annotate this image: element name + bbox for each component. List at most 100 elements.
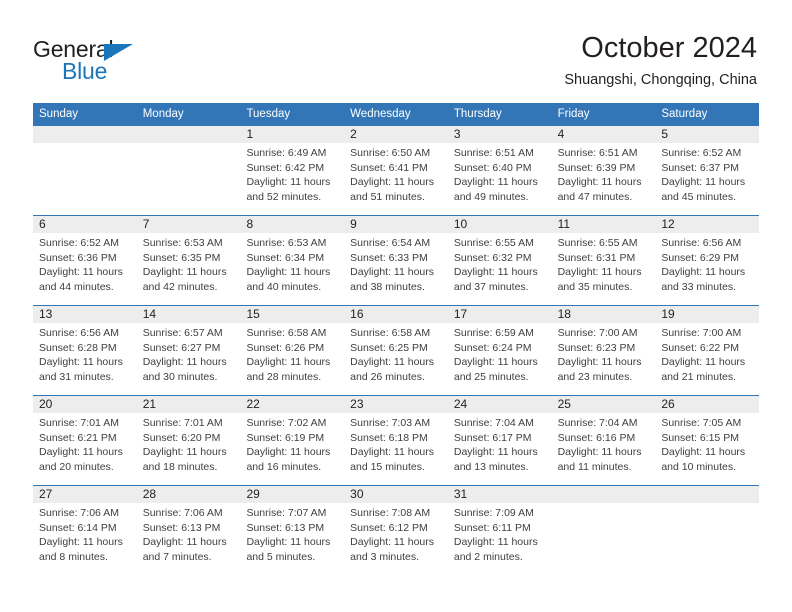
day-number: 10 <box>453 217 468 231</box>
sunrise-text: Sunrise: 6:51 AM <box>453 147 534 159</box>
day-cell[interactable]: Sunrise: 6:49 AM Sunset: 6:42 PM Dayligh… <box>240 143 344 215</box>
day-number: 13 <box>39 307 53 321</box>
daylight-text-line1: Daylight: 11 hours <box>246 176 331 189</box>
sunrise-text: Sunrise: 6:51 AM <box>557 147 638 159</box>
day-cell[interactable]: Sunrise: 6:55 AM Sunset: 6:31 PM Dayligh… <box>552 233 656 305</box>
day-cell[interactable]: Sunrise: 6:50 AM Sunset: 6:41 PM Dayligh… <box>344 143 448 215</box>
day-cell[interactable]: Sunrise: 7:03 AM Sunset: 6:18 PM Dayligh… <box>344 413 448 485</box>
general-blue-logo[interactable]: General Blue <box>33 36 163 84</box>
daylight-text-line2: and 5 minutes. <box>246 550 316 563</box>
day-cell[interactable]: Sunrise: 7:09 AM Sunset: 6:11 PM Dayligh… <box>448 503 552 575</box>
day-cell[interactable]: Sunrise: 6:58 AM Sunset: 6:26 PM Dayligh… <box>240 323 344 395</box>
sunrise-text: Sunrise: 7:05 AM <box>661 417 742 429</box>
day-cell[interactable] <box>137 143 241 215</box>
day-cell[interactable]: Sunrise: 7:00 AM Sunset: 6:23 PM Dayligh… <box>552 323 656 395</box>
daylight-text-line1: Daylight: 11 hours <box>246 446 331 459</box>
day-cell[interactable] <box>33 143 137 215</box>
day-cell[interactable]: Sunrise: 7:05 AM Sunset: 6:15 PM Dayligh… <box>655 413 759 485</box>
daylight-text-line1: Daylight: 11 hours <box>350 536 435 549</box>
day-cell[interactable]: Sunrise: 6:58 AM Sunset: 6:25 PM Dayligh… <box>344 323 448 395</box>
day-cell[interactable]: Sunrise: 6:52 AM Sunset: 6:36 PM Dayligh… <box>33 233 137 305</box>
sunrise-text: Sunrise: 6:58 AM <box>246 327 327 339</box>
day-cell[interactable]: Sunrise: 6:56 AM Sunset: 6:28 PM Dayligh… <box>33 323 137 395</box>
day-cell[interactable] <box>552 503 656 575</box>
sunrise-text: Sunrise: 6:49 AM <box>246 147 327 159</box>
sunrise-text: Sunrise: 7:06 AM <box>142 507 223 519</box>
daylight-text-line1: Daylight: 11 hours <box>453 266 538 279</box>
day-cell[interactable]: Sunrise: 6:59 AM Sunset: 6:24 PM Dayligh… <box>448 323 552 395</box>
page-title: October 2024 <box>581 32 757 64</box>
calendar-week-row: 13 14 15 16 17 18 19 Sunrise: 6:56 AM Su… <box>33 305 759 395</box>
day-cell[interactable]: Sunrise: 6:55 AM Sunset: 6:32 PM Dayligh… <box>448 233 552 305</box>
sunrise-text: Sunrise: 6:53 AM <box>142 237 223 249</box>
daylight-text-line2: and 35 minutes. <box>557 280 633 293</box>
day-cell[interactable]: Sunrise: 7:01 AM Sunset: 6:20 PM Dayligh… <box>137 413 241 485</box>
day-cell[interactable]: Sunrise: 7:00 AM Sunset: 6:22 PM Dayligh… <box>655 323 759 395</box>
daylight-text-line1: Daylight: 11 hours <box>557 266 642 279</box>
day-cell[interactable] <box>655 503 759 575</box>
daylight-text-line1: Daylight: 11 hours <box>39 446 123 459</box>
sunset-text: Sunset: 6:17 PM <box>453 431 532 444</box>
day-cell[interactable]: Sunrise: 6:53 AM Sunset: 6:35 PM Dayligh… <box>137 233 241 305</box>
day-number: 29 <box>246 487 260 501</box>
sunrise-text: Sunrise: 6:56 AM <box>39 327 119 339</box>
day-number-band: 20 21 22 23 24 25 26 <box>33 396 759 413</box>
daylight-text-line1: Daylight: 11 hours <box>142 266 227 279</box>
daylight-text-line2: and 18 minutes. <box>142 460 218 473</box>
sunrise-text: Sunrise: 7:08 AM <box>350 507 431 519</box>
day-number-band: 1 2 3 4 5 <box>33 126 759 143</box>
sunset-text: Sunset: 6:15 PM <box>661 431 739 444</box>
sunset-text: Sunset: 6:35 PM <box>142 251 221 264</box>
daylight-text-line2: and 51 minutes. <box>350 190 425 203</box>
day-cell[interactable]: Sunrise: 6:56 AM Sunset: 6:29 PM Dayligh… <box>655 233 759 305</box>
sunrise-text: Sunrise: 7:00 AM <box>661 327 742 339</box>
day-cell[interactable]: Sunrise: 6:57 AM Sunset: 6:27 PM Dayligh… <box>137 323 241 395</box>
daylight-text-line2: and 10 minutes. <box>661 460 737 473</box>
page-header: General Blue October 2024 Shuangshi, Cho… <box>0 0 792 103</box>
day-cell[interactable]: Sunrise: 7:06 AM Sunset: 6:13 PM Dayligh… <box>137 503 241 575</box>
daylight-text-line2: and 26 minutes. <box>350 370 425 383</box>
daylight-text-line2: and 52 minutes. <box>246 190 322 203</box>
day-cell[interactable]: Sunrise: 6:52 AM Sunset: 6:37 PM Dayligh… <box>655 143 759 215</box>
day-cell[interactable]: Sunrise: 7:02 AM Sunset: 6:19 PM Dayligh… <box>240 413 344 485</box>
daylight-text-line1: Daylight: 11 hours <box>39 356 123 369</box>
sunrise-text: Sunrise: 6:55 AM <box>557 237 638 249</box>
daylight-text-line2: and 2 minutes. <box>453 550 523 563</box>
day-cell[interactable]: Sunrise: 7:06 AM Sunset: 6:14 PM Dayligh… <box>33 503 137 575</box>
calendar-week-row: 1 2 3 4 5 Sunrise: 6:49 AM Sunset: 6:42 … <box>33 125 759 215</box>
sunset-text: Sunset: 6:29 PM <box>661 251 739 264</box>
sunrise-text: Sunrise: 6:55 AM <box>453 237 534 249</box>
daylight-text-line2: and 8 minutes. <box>39 550 108 563</box>
sunset-text: Sunset: 6:13 PM <box>142 521 221 534</box>
day-cell[interactable]: Sunrise: 7:01 AM Sunset: 6:21 PM Dayligh… <box>33 413 137 485</box>
calendar-page: General Blue October 2024 Shuangshi, Cho… <box>0 0 792 612</box>
sunset-text: Sunset: 6:36 PM <box>39 251 117 264</box>
day-number: 6 <box>39 217 46 231</box>
daylight-text-line2: and 13 minutes. <box>453 460 529 473</box>
daylight-text-line2: and 31 minutes. <box>39 370 114 383</box>
sunset-text: Sunset: 6:39 PM <box>557 161 636 174</box>
weekday-header-saturday: Saturday <box>661 108 708 120</box>
daylight-text-line2: and 11 minutes. <box>557 460 632 473</box>
day-number: 4 <box>557 127 565 141</box>
day-cell[interactable]: Sunrise: 6:54 AM Sunset: 6:33 PM Dayligh… <box>344 233 448 305</box>
daylight-text-line1: Daylight: 11 hours <box>661 176 746 189</box>
day-cell[interactable]: Sunrise: 7:07 AM Sunset: 6:13 PM Dayligh… <box>240 503 344 575</box>
day-number: 17 <box>453 307 468 321</box>
day-number: 19 <box>661 307 675 321</box>
sunrise-text: Sunrise: 6:52 AM <box>661 147 742 159</box>
day-cell[interactable]: Sunrise: 6:51 AM Sunset: 6:40 PM Dayligh… <box>448 143 552 215</box>
day-cell[interactable]: Sunrise: 6:51 AM Sunset: 6:39 PM Dayligh… <box>552 143 656 215</box>
day-number-band: 6 7 8 9 10 11 12 <box>33 216 759 233</box>
daylight-text-line1: Daylight: 11 hours <box>350 446 435 459</box>
day-cell[interactable]: Sunrise: 7:04 AM Sunset: 6:17 PM Dayligh… <box>448 413 552 485</box>
day-cell[interactable]: Sunrise: 7:04 AM Sunset: 6:16 PM Dayligh… <box>552 413 656 485</box>
sunset-text: Sunset: 6:33 PM <box>350 251 428 264</box>
day-cell[interactable]: Sunrise: 7:08 AM Sunset: 6:12 PM Dayligh… <box>344 503 448 575</box>
daylight-text-line1: Daylight: 11 hours <box>350 356 435 369</box>
day-detail-band: Sunrise: 7:06 AM Sunset: 6:14 PM Dayligh… <box>33 503 759 575</box>
weekday-header-sunday: Sunday <box>39 108 79 120</box>
day-cell[interactable]: Sunrise: 6:53 AM Sunset: 6:34 PM Dayligh… <box>240 233 344 305</box>
day-number: 24 <box>453 397 468 411</box>
sunrise-text: Sunrise: 6:56 AM <box>661 237 742 249</box>
